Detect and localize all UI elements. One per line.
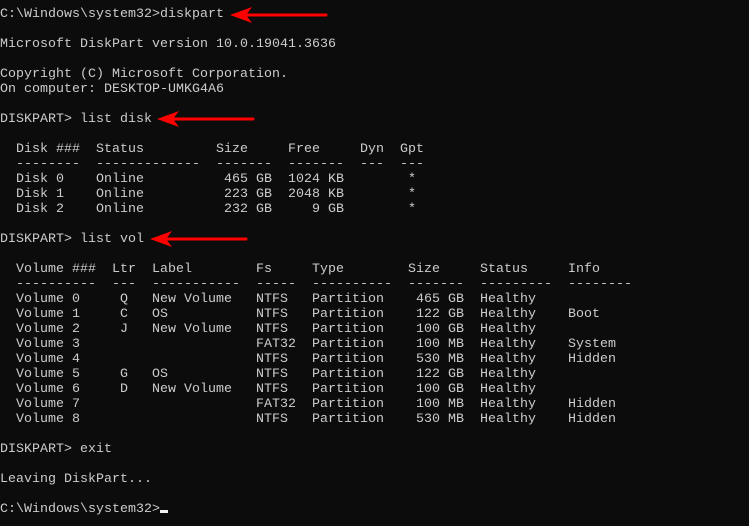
disk-table-header: Disk ### Status Size Free Dyn Gpt [0,141,424,156]
volume-row: Volume 4 NTFS Partition 530 MB Healthy H… [0,351,616,366]
annotation-arrow-list-vol [150,231,248,247]
volume-table-separator: ---------- --- ----------- ----- -------… [0,276,632,291]
disk-row: Disk 0 Online 465 GB 1024 KB * [0,171,416,186]
exit-command: DISKPART> exit [0,441,112,456]
list-disk-command: DISKPART> list disk [0,111,152,126]
disk-row: Disk 2 Online 232 GB 9 GB * [0,201,416,216]
annotation-arrow-list-disk [157,111,255,127]
disk-row: Disk 1 Online 223 GB 2048 KB * [0,186,416,201]
version-line: Microsoft DiskPart version 10.0.19041.36… [0,36,336,51]
computer-line: On computer: DESKTOP-UMKG4A6 [0,81,224,96]
copyright-line: Copyright (C) Microsoft Corporation. [0,66,288,81]
volume-row: Volume 5 G OS NTFS Partition 122 GB Heal… [0,366,536,381]
console-output: C:\Windows\system32>diskpart Microsoft Di… [0,6,632,516]
volume-row: Volume 3 FAT32 Partition 100 MB Healthy … [0,336,616,351]
volume-table-header: Volume ### Ltr Label Fs Type Size Status… [0,261,600,276]
text-cursor [160,510,168,513]
volume-row: Volume 0 Q New Volume NTFS Partition 465… [0,291,536,306]
disk-table-separator: -------- ------------- ------- ------- -… [0,156,424,171]
volume-row: Volume 2 J New Volume NTFS Partition 100… [0,321,536,336]
volume-row: Volume 1 C OS NTFS Partition 122 GB Heal… [0,306,600,321]
final-prompt-line[interactable]: C:\Windows\system32> [0,501,632,516]
volume-row: Volume 8 NTFS Partition 530 MB Healthy H… [0,411,616,426]
final-prompt: C:\Windows\system32> [0,501,160,516]
list-vol-command: DISKPART> list vol [0,231,144,246]
volume-row: Volume 7 FAT32 Partition 100 MB Healthy … [0,396,616,411]
annotation-arrow-diskpart [230,7,328,23]
volume-row: Volume 6 D New Volume NTFS Partition 100… [0,381,536,396]
leaving-message: Leaving DiskPart... [0,471,152,486]
